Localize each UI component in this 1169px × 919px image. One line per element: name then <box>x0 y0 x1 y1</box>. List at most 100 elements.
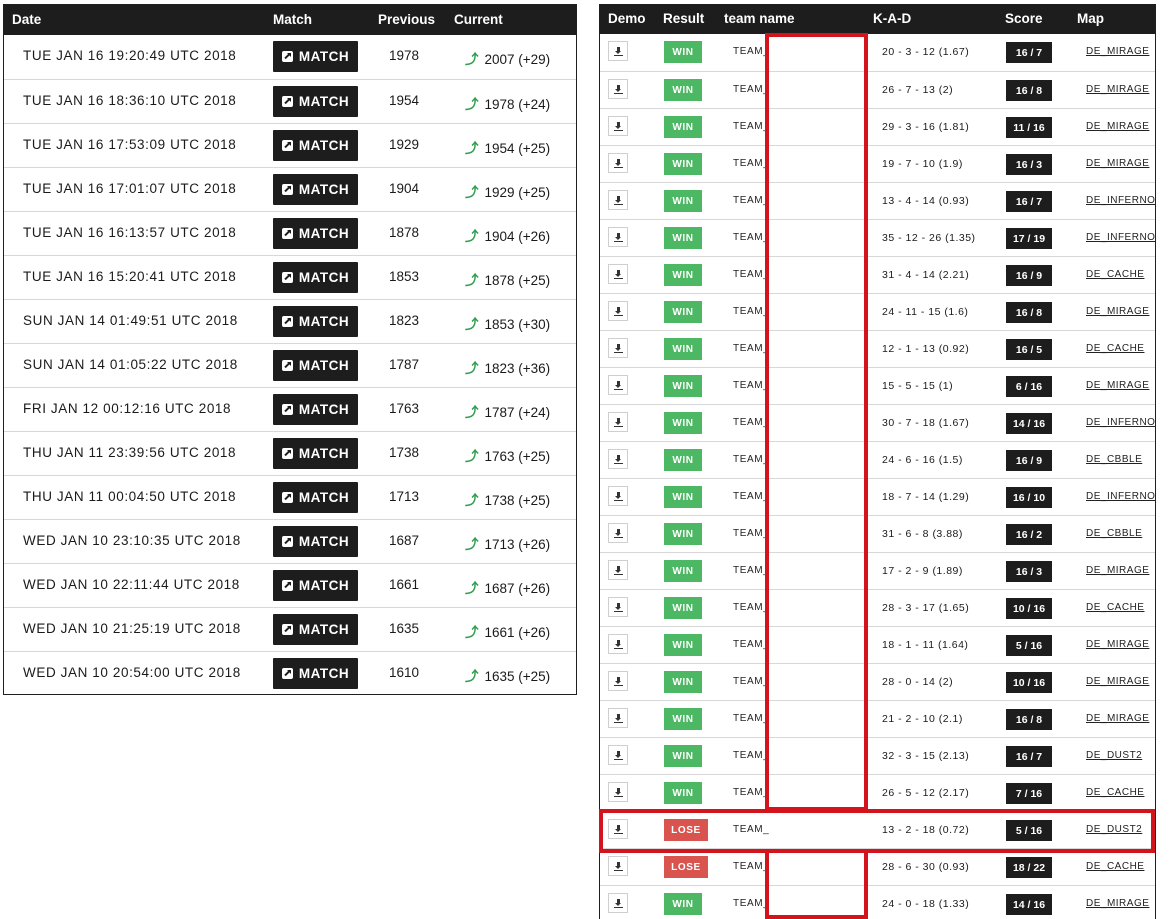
map-link[interactable]: DE_DUST2 <box>1086 750 1142 761</box>
result-badge: LOSE <box>664 819 708 841</box>
match-button[interactable]: MATCH <box>273 394 358 425</box>
demo-download-button[interactable] <box>608 190 628 210</box>
result-badge: WIN <box>664 708 702 730</box>
download-icon <box>613 84 623 94</box>
demo-download-button[interactable] <box>608 375 628 395</box>
demo-download-button[interactable] <box>608 449 628 469</box>
demo-download-button[interactable] <box>608 486 628 506</box>
demo-download-button[interactable] <box>608 560 628 580</box>
row-previous: 1687 <box>389 533 420 548</box>
team-name: TEAM_ <box>733 232 770 243</box>
kad-stats: 29 - 3 - 16 (1.81) <box>882 121 970 133</box>
row-date: TUE JAN 16 17:01:07 UTC 2018 <box>23 181 237 196</box>
team-name: TEAM_ <box>733 195 770 206</box>
team-name: TEAM_ <box>733 46 770 57</box>
match-button[interactable]: MATCH <box>273 614 358 645</box>
match-button[interactable]: MATCH <box>273 306 358 337</box>
external-link-icon <box>281 184 293 195</box>
map-link[interactable]: DE_CACHE <box>1086 269 1144 280</box>
demo-download-button[interactable] <box>608 338 628 358</box>
arrow-up-icon: ⤴ <box>465 361 479 376</box>
demo-download-button[interactable] <box>608 523 628 543</box>
external-link-icon <box>281 448 293 459</box>
map-link[interactable]: DE_CACHE <box>1086 861 1144 872</box>
map-link[interactable]: DE_CACHE <box>1086 787 1144 798</box>
header-previous: Previous <box>378 12 436 27</box>
row-previous: 1823 <box>389 313 420 328</box>
map-link[interactable]: DE_MIRAGE <box>1086 713 1149 724</box>
row-previous: 1610 <box>389 665 420 680</box>
header-demo: Demo <box>608 11 646 26</box>
row-date: THU JAN 11 00:04:50 UTC 2018 <box>23 489 237 504</box>
table-row: WED JAN 10 21:25:19 UTC 2018 MATCH 1635 ⤴ 16… <box>4 607 576 651</box>
map-link[interactable]: DE_MIRAGE <box>1086 380 1149 391</box>
kad-stats: 18 - 7 - 14 (1.29) <box>882 491 970 503</box>
row-date: THU JAN 11 23:39:56 UTC 2018 <box>23 445 237 460</box>
map-link[interactable]: DE_INFERNO <box>1086 417 1155 428</box>
demo-download-button[interactable] <box>608 153 628 173</box>
match-button[interactable]: MATCH <box>273 130 358 161</box>
map-link[interactable]: DE_INFERNO <box>1086 195 1155 206</box>
demo-download-button[interactable] <box>608 708 628 728</box>
demo-download-button[interactable] <box>608 227 628 247</box>
map-link[interactable]: DE_CBBLE <box>1086 454 1142 465</box>
demo-download-button[interactable] <box>608 745 628 765</box>
download-icon <box>613 676 623 686</box>
demo-download-button[interactable] <box>608 893 628 913</box>
demo-download-button[interactable] <box>608 79 628 99</box>
map-link[interactable]: DE_INFERNO <box>1086 232 1155 243</box>
demo-download-button[interactable] <box>608 41 628 61</box>
match-button[interactable]: MATCH <box>273 41 358 72</box>
map-link[interactable]: DE_MIRAGE <box>1086 306 1149 317</box>
demo-download-button[interactable] <box>608 634 628 654</box>
table-row: LOSE TEAM_ 28 - 6 - 30 (0.93) 18 / 22 DE_CAC… <box>600 848 1155 885</box>
map-link[interactable]: DE_MIRAGE <box>1086 158 1149 169</box>
team-name: TEAM_ <box>733 417 770 428</box>
team-name: TEAM_ <box>733 158 770 169</box>
result-badge: WIN <box>664 153 702 175</box>
download-icon <box>613 306 623 316</box>
match-button[interactable]: MATCH <box>273 174 358 205</box>
match-button[interactable]: MATCH <box>273 86 358 117</box>
match-button-label: MATCH <box>298 666 350 681</box>
match-button[interactable]: MATCH <box>273 482 358 513</box>
map-link[interactable]: DE_MIRAGE <box>1086 84 1149 95</box>
map-link[interactable]: DE_MIRAGE <box>1086 46 1149 57</box>
demo-download-button[interactable] <box>608 819 628 839</box>
match-button[interactable]: MATCH <box>273 218 358 249</box>
demo-download-button[interactable] <box>608 597 628 617</box>
match-button[interactable]: MATCH <box>273 570 358 601</box>
map-link[interactable]: DE_INFERNO <box>1086 491 1155 502</box>
arrow-up-icon: ⤴ <box>465 537 479 552</box>
map-link[interactable]: DE_MIRAGE <box>1086 565 1149 576</box>
map-link[interactable]: DE_MIRAGE <box>1086 121 1149 132</box>
map-link[interactable]: DE_MIRAGE <box>1086 639 1149 650</box>
match-results-body: WIN TEAM_ 20 - 3 - 12 (1.67) 16 / 7 DE_MIRAG… <box>600 34 1155 919</box>
demo-download-button[interactable] <box>608 116 628 136</box>
map-link[interactable]: DE_CACHE <box>1086 602 1144 613</box>
map-link[interactable]: DE_DUST2 <box>1086 824 1142 835</box>
map-link[interactable]: DE_CACHE <box>1086 343 1144 354</box>
table-row: TUE JAN 16 16:13:57 UTC 2018 MATCH 1878 ⤴ 19… <box>4 211 576 255</box>
match-button[interactable]: MATCH <box>273 438 358 469</box>
demo-download-button[interactable] <box>608 412 628 432</box>
score-badge: 11 / 16 <box>1006 117 1052 138</box>
kad-stats: 13 - 2 - 18 (0.72) <box>882 824 970 836</box>
demo-download-button[interactable] <box>608 782 628 802</box>
demo-download-button[interactable] <box>608 671 628 691</box>
map-link[interactable]: DE_MIRAGE <box>1086 898 1149 909</box>
demo-download-button[interactable] <box>608 301 628 321</box>
table-row: TUE JAN 16 17:01:07 UTC 2018 MATCH 1904 ⤴ 19… <box>4 167 576 211</box>
map-link[interactable]: DE_CBBLE <box>1086 528 1142 539</box>
row-current: ⤴ 1823 (+36) <box>465 357 550 377</box>
match-button[interactable]: MATCH <box>273 350 358 381</box>
demo-download-button[interactable] <box>608 264 628 284</box>
kad-stats: 32 - 3 - 15 (2.13) <box>882 750 970 762</box>
row-current: ⤴ 1929 (+25) <box>465 181 550 201</box>
match-button[interactable]: MATCH <box>273 658 358 689</box>
map-link[interactable]: DE_MIRAGE <box>1086 676 1149 687</box>
demo-download-button[interactable] <box>608 856 628 876</box>
match-button[interactable]: MATCH <box>273 526 358 557</box>
match-button[interactable]: MATCH <box>273 262 358 293</box>
score-badge: 18 / 22 <box>1006 857 1052 878</box>
